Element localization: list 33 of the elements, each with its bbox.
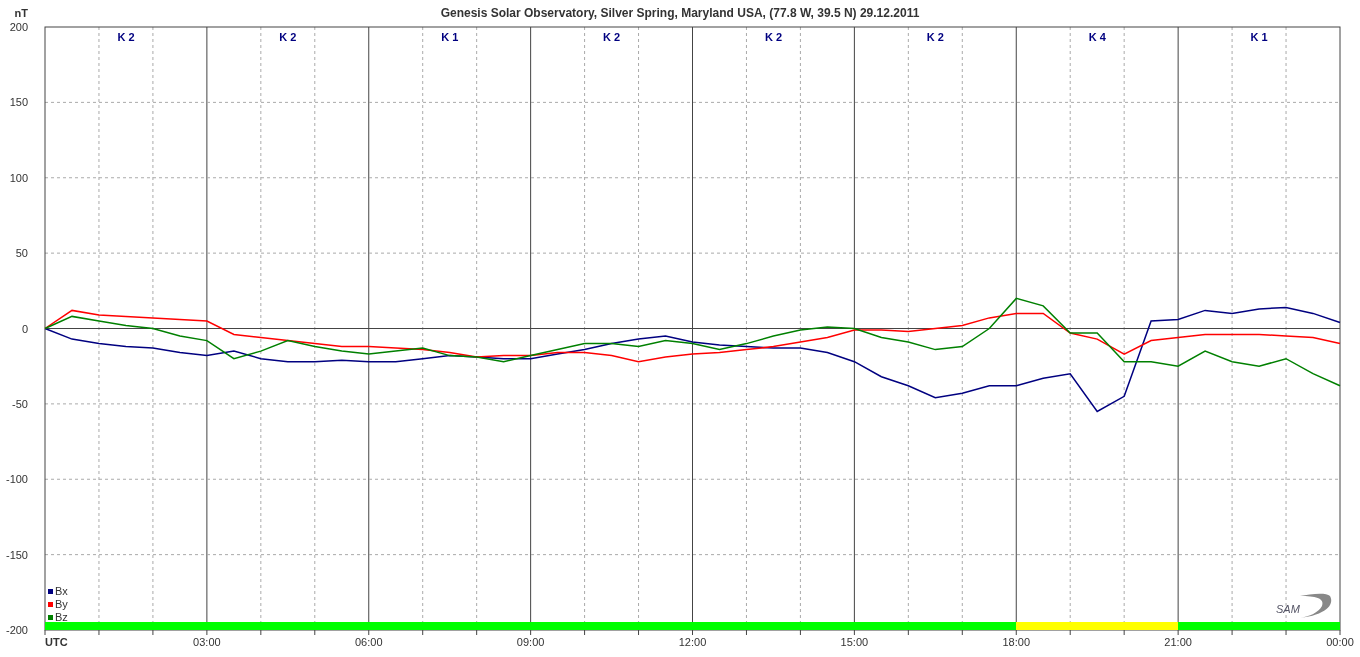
k-index-label: K 2 [279, 31, 297, 43]
x-tick-label: 09:00 [516, 636, 545, 648]
y-tick-label: 100 [9, 171, 28, 184]
y-tick-label: 50 [15, 247, 28, 260]
logo-text: SAM [1276, 603, 1300, 615]
y-tick-label: 200 [9, 21, 28, 33]
legend-label: By [55, 598, 68, 610]
y-tick-label: 0 [21, 322, 28, 335]
x-tick-label: 18:00 [1002, 636, 1030, 648]
x-tick-label: 00:00 [1326, 636, 1354, 648]
y-tick-label: -100 [5, 473, 28, 486]
x-tick-label: 12:00 [678, 636, 707, 648]
k-index-label: K 4 [1088, 31, 1106, 43]
logo-swoosh-icon [1300, 593, 1332, 618]
chart-title: Genesis Solar Observatory, Silver Spring, Maryland USA, (77.8 W, 39.5 N) 29.12.2011 [440, 6, 920, 20]
k-index-label: K 2 [764, 31, 782, 43]
legend-label: Bx [55, 585, 68, 597]
k-index-label: K 2 [117, 31, 135, 43]
y-tick-label: -150 [5, 548, 28, 561]
y-tick-label: -50 [12, 397, 28, 410]
legend-label: Bz [55, 611, 68, 623]
x-axis-label: UTC [45, 636, 68, 648]
k-index-label: K 1 [1250, 31, 1268, 43]
y-axis-unit: nT [14, 7, 28, 19]
x-tick-label: 15:00 [840, 636, 869, 648]
k-index-label: K 2 [926, 31, 944, 43]
x-tick-label: 06:00 [355, 636, 383, 648]
x-tick-label: 21:00 [1164, 636, 1192, 648]
k-index-label: K 2 [603, 31, 621, 43]
k-index-label: K 1 [441, 31, 459, 43]
y-tick-label: -200 [5, 624, 28, 636]
x-tick-label: 03:00 [193, 636, 221, 648]
y-tick-label: 150 [9, 96, 28, 109]
